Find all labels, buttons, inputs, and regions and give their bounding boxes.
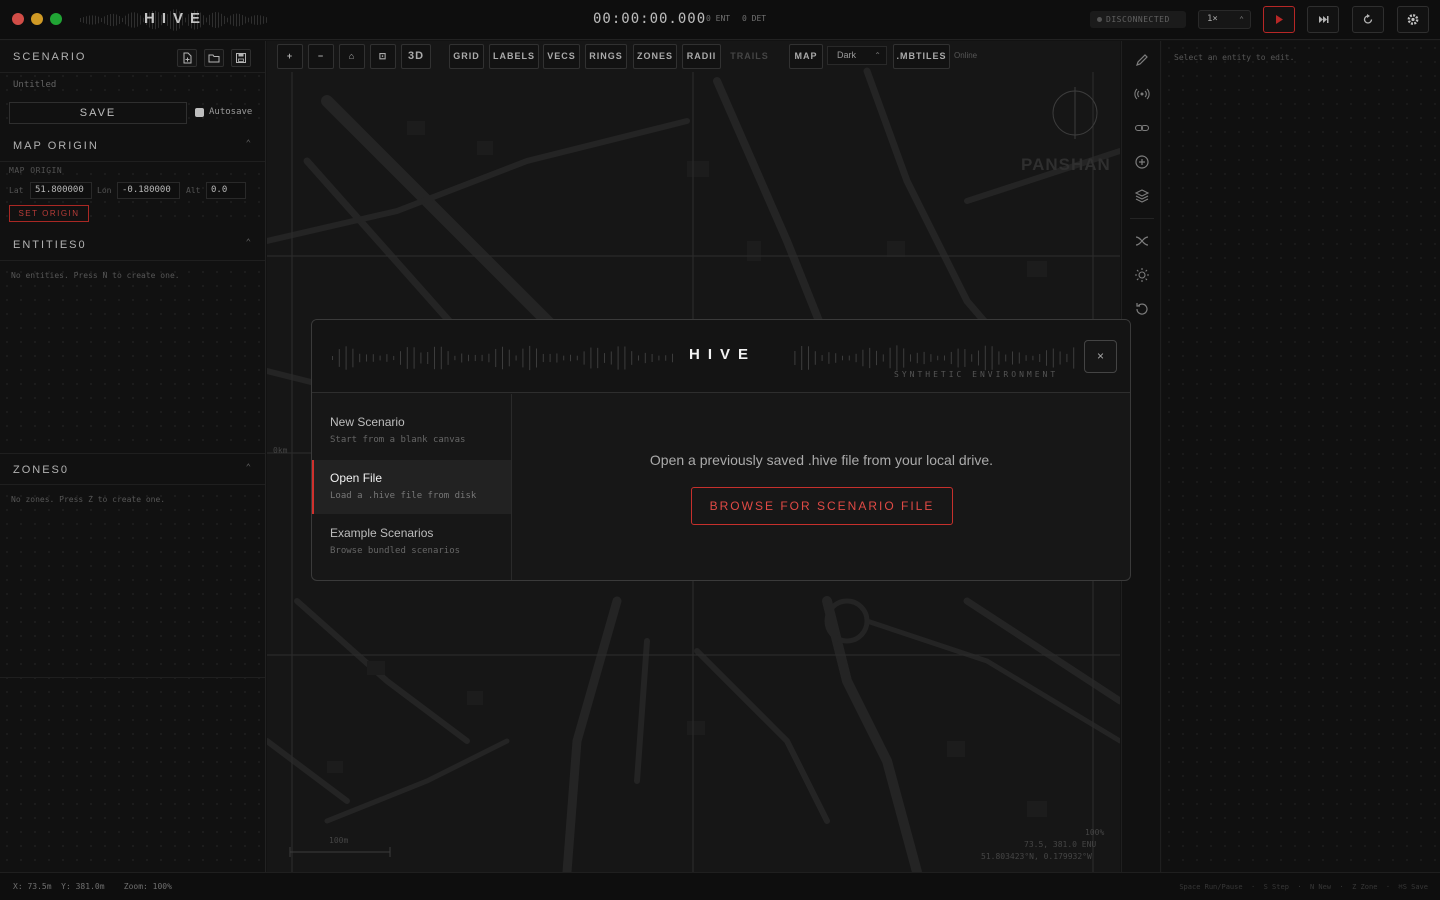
nav-example-scenarios[interactable]: Example Scenarios Browse bundled scenari… bbox=[312, 515, 511, 569]
open-scenario-modal: HIVE SYNTHETIC ENVIRONMENT × New Scenari… bbox=[311, 319, 1131, 581]
modal-nav: New Scenario Start from a blank canvas O… bbox=[312, 394, 512, 580]
modal-subtitle: SYNTHETIC ENVIRONMENT bbox=[894, 370, 1059, 379]
close-icon: × bbox=[1096, 349, 1104, 363]
browse-scenario-file-button[interactable]: BROWSE FOR SCENARIO FILE bbox=[691, 487, 953, 525]
nav-item-subtitle: Load a .hive file from disk bbox=[330, 491, 477, 501]
nav-item-title: Open File bbox=[330, 471, 383, 485]
modal-header: HIVE SYNTHETIC ENVIRONMENT × bbox=[312, 320, 1130, 393]
nav-item-subtitle: Browse bundled scenarios bbox=[330, 546, 461, 556]
nav-new-scenario[interactable]: New Scenario Start from a blank canvas bbox=[312, 404, 511, 458]
nav-item-subtitle: Start from a blank canvas bbox=[330, 435, 466, 445]
nav-item-title: New Scenario bbox=[330, 415, 405, 429]
nav-open-file[interactable]: Open File Load a .hive file from disk bbox=[312, 460, 511, 514]
open-file-description: Open a previously saved .hive file from … bbox=[649, 452, 994, 468]
modal-content: Open a previously saved .hive file from … bbox=[513, 394, 1130, 580]
nav-item-title: Example Scenarios bbox=[330, 526, 434, 540]
close-button[interactable]: × bbox=[1084, 340, 1117, 373]
modal-title: HIVE bbox=[689, 346, 757, 363]
